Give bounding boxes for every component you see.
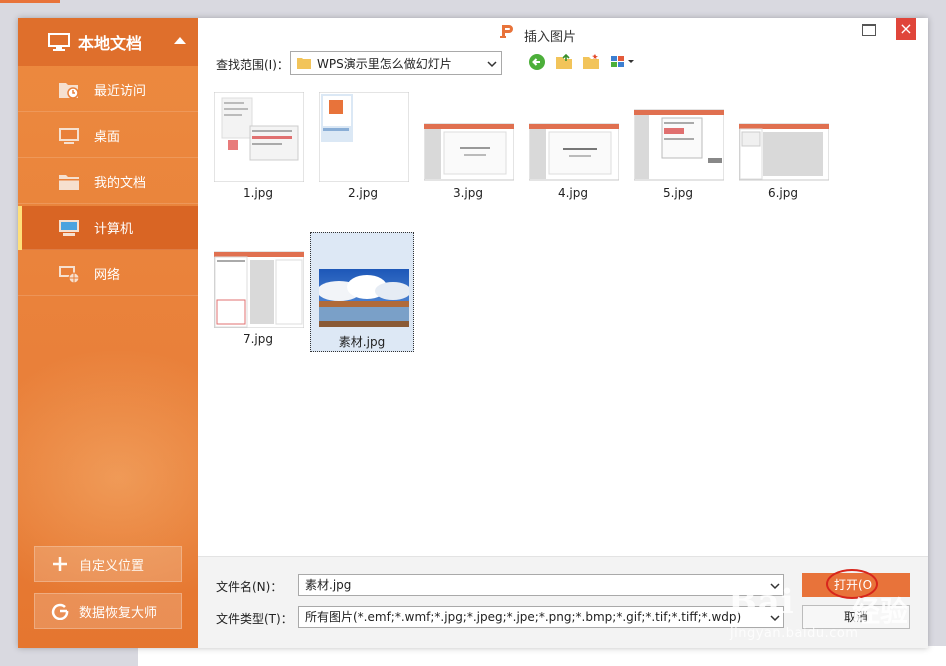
maximize-button[interactable] [862,24,876,36]
file-item-6[interactable]: 6.jpg [731,86,835,206]
image-thumbnail [319,269,409,327]
sidebar-item-label: 最近访问 [94,84,147,99]
sidebar-item-recent[interactable]: 最近访问 [18,68,198,112]
sidebar-item-label: 计算机 [94,222,134,237]
back-arrow-icon[interactable] [528,53,546,71]
toolbar: 查找范围(I)： WPS演示里怎么做幻灯片 [198,50,928,76]
desktop-icon [59,127,79,144]
file-list: 1.jpg 2.jpg 3.jpg 4.jpg 5.jpg 6.jpg 7.jp… [198,80,928,556]
sidebar-item-label: 网络 [94,268,121,283]
sidebar-item-label: 桌面 [94,130,121,145]
file-name: 4.jpg [557,186,589,200]
filename-label: 文件名(N)： [216,580,283,594]
new-folder-icon[interactable] [582,53,600,71]
file-item-7[interactable]: 7.jpg [206,232,310,352]
background-strip [0,0,946,18]
bottom-bar: 文件名(N)： 素材.jpg 文件类型(T)： 所有图片(*.emf;*.wmf… [198,556,928,648]
insert-picture-dialog: 本地文档 最近访问 桌面 我的文档 计算机 网络 自定义位置 数据恢复大师 插入… [18,18,928,648]
folder-icon [297,58,311,69]
file-item-1[interactable]: 1.jpg [206,86,310,206]
network-icon [59,265,80,283]
annotation-circle [826,569,878,599]
cancel-button[interactable]: 取消 [802,605,910,629]
file-item-4[interactable]: 4.jpg [521,86,625,206]
chevron-down-icon[interactable] [770,613,780,623]
data-recovery-button[interactable]: 数据恢复大师 [34,593,182,629]
file-name: 素材.jpg [338,335,386,349]
file-item-3[interactable]: 3.jpg [416,86,520,206]
monitor-icon [48,33,70,51]
image-thumbnail [739,123,829,181]
dialog-title: 插入图片 [524,30,577,45]
close-button[interactable]: × [896,18,916,40]
custom-location-label: 自定义位置 [79,558,145,574]
collapse-arrow-icon[interactable] [174,37,186,44]
up-folder-icon[interactable] [555,53,573,71]
sidebar: 本地文档 最近访问 桌面 我的文档 计算机 网络 自定义位置 数据恢复大师 [18,18,198,648]
sidebar-item-label: 我的文档 [94,176,147,191]
sidebar-item-computer[interactable]: 计算机 [18,206,198,250]
image-thumbnail [634,109,724,181]
image-thumbnail [319,92,409,182]
background-accent [0,0,60,3]
look-in-label: 查找范围(I)： [216,58,289,72]
data-recovery-label: 数据恢复大师 [79,605,158,621]
computer-icon [59,219,79,236]
view-menu-icon[interactable] [610,53,638,71]
filetype-value: 所有图片(*.emf;*.wmf;*.jpg;*.jpeg;*.jpe;*.pn… [305,610,742,624]
main-panel: 插入图片 × 查找范围(I)： WPS演示里怎么做幻灯片 1.jpg 2.jpg… [198,18,928,648]
sidebar-item-desktop[interactable]: 桌面 [18,114,198,158]
filetype-label: 文件类型(T)： [216,612,293,626]
chevron-down-icon[interactable] [770,581,780,591]
look-in-dropdown[interactable]: WPS演示里怎么做幻灯片 [290,51,502,75]
file-name: 3.jpg [452,186,484,200]
image-thumbnail [214,92,304,182]
file-name: 7.jpg [242,332,274,346]
file-name: 1.jpg [242,186,274,200]
sidebar-item-documents[interactable]: 我的文档 [18,160,198,204]
file-item-material[interactable]: 素材.jpg [310,232,414,352]
image-thumbnail [424,123,514,181]
title-bar: 插入图片 × [198,18,928,46]
image-thumbnail [529,123,619,181]
custom-location-button[interactable]: 自定义位置 [34,546,182,582]
look-in-value: WPS演示里怎么做幻灯片 [317,56,452,71]
recovery-icon [51,603,69,620]
file-name: 2.jpg [347,186,379,200]
file-name: 6.jpg [767,186,799,200]
sidebar-header-title: 本地文档 [78,34,143,53]
sidebar-header[interactable]: 本地文档 [18,18,198,66]
filename-value: 素材.jpg [305,578,352,592]
filetype-select[interactable]: 所有图片(*.emf;*.wmf;*.jpg;*.jpeg;*.jpe;*.pn… [298,606,784,628]
image-thumbnail [214,251,304,328]
wps-presentation-icon [500,25,513,38]
recent-folder-icon [59,82,79,99]
sidebar-item-network[interactable]: 网络 [18,252,198,296]
file-item-5[interactable]: 5.jpg [626,86,730,206]
background-page [138,646,946,666]
plus-icon [53,557,67,571]
chevron-down-icon [487,61,497,68]
file-name: 5.jpg [662,186,694,200]
file-item-2[interactable]: 2.jpg [311,86,415,206]
folder-icon [59,174,79,190]
filename-input[interactable]: 素材.jpg [298,574,784,596]
